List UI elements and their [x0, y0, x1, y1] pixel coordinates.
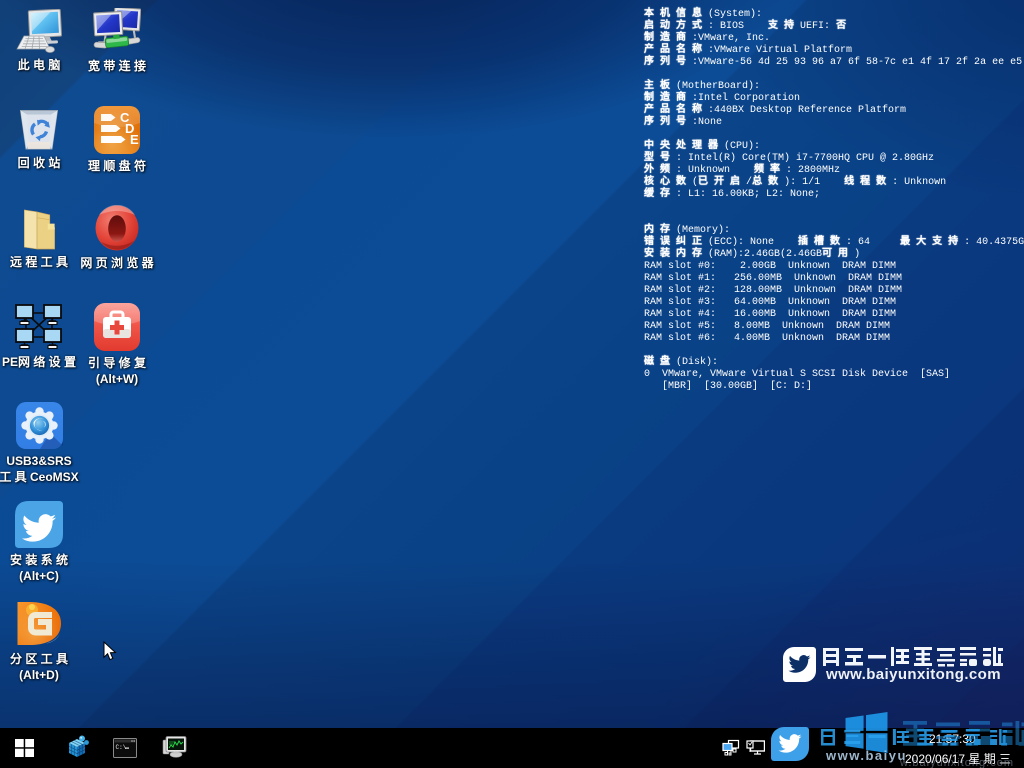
svg-text:E: E	[130, 132, 139, 147]
